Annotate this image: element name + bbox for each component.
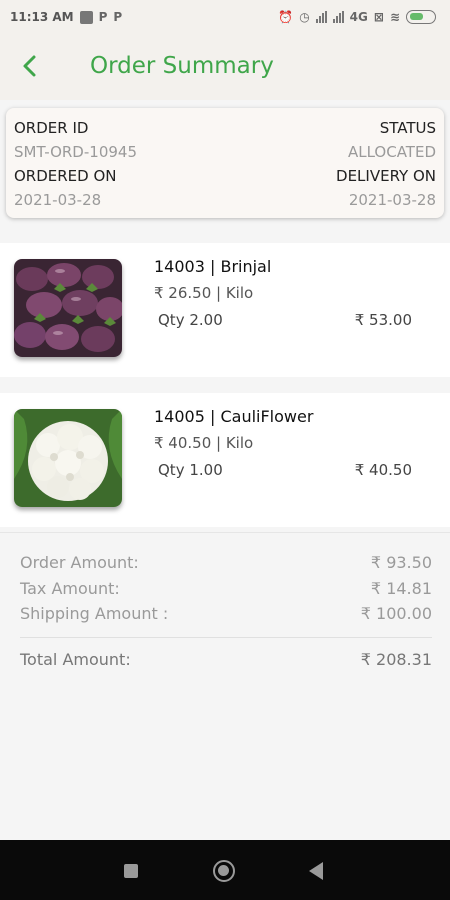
total-amount-label: Total Amount: [20, 650, 131, 669]
order-id-status-labels: ORDER ID STATUS [14, 116, 436, 140]
battery-icon [406, 10, 436, 24]
p-icon: P [98, 10, 108, 24]
status-bar: 11:13 AM P P ⏰ ◷ 4G ⊠ ≋ [0, 0, 450, 34]
delivery-on-value: 2021-03-28 [348, 191, 436, 209]
ordered-on-value: 2021-03-28 [14, 191, 102, 209]
order-id-status-values: SMT-ORD-10945 ALLOCATED [14, 140, 436, 164]
item-price: ₹ 26.50 | Kilo [154, 284, 254, 302]
item-name: 14003 | Brinjal [154, 257, 272, 276]
total-amount-row: Total Amount: ₹ 208.31 [20, 650, 432, 669]
order-info-card: ORDER ID STATUS SMT-ORD-10945 ALLOCATED … [6, 108, 444, 218]
chevron-left-icon [23, 55, 36, 77]
total-amount-value: ₹ 208.31 [360, 650, 432, 669]
signal-icon [332, 11, 344, 23]
recents-button[interactable] [124, 864, 138, 878]
alarm-icon: ⏰ [278, 10, 294, 24]
shipping-amount-value: ₹ 100.00 [360, 604, 432, 623]
item-name: 14005 | CauliFlower [154, 407, 314, 426]
order-summary-totals: Order Amount: ₹ 93.50 Tax Amount: ₹ 14.8… [0, 532, 450, 840]
signal-icon [315, 11, 327, 23]
status-bar-right: ⏰ ◷ 4G ⊠ ≋ [278, 10, 436, 24]
no-sim-icon: ⊠ [373, 10, 384, 24]
order-item: 14005 | CauliFlower ₹ 40.50 | Kilo Qty 1… [0, 393, 450, 527]
date-labels: ORDERED ON DELIVERY ON [14, 164, 436, 188]
order-amount-row: Order Amount: ₹ 93.50 [20, 553, 432, 572]
message-icon [79, 10, 93, 24]
item-quantity: Qty 2.00 [158, 311, 223, 329]
order-item: 14003 | Brinjal ₹ 26.50 | Kilo Qty 2.00 … [0, 243, 450, 377]
status-label: STATUS [379, 119, 436, 137]
system-back-button[interactable] [309, 862, 323, 880]
tax-amount-value: ₹ 14.81 [370, 579, 432, 598]
item-total: ₹ 40.50 [354, 461, 412, 479]
date-values: 2021-03-28 2021-03-28 [14, 188, 436, 212]
ordered-on-label: ORDERED ON [14, 167, 117, 185]
clock-icon: ◷ [299, 10, 310, 24]
tax-amount-label: Tax Amount: [20, 579, 120, 598]
item-total: ₹ 53.00 [354, 311, 412, 329]
wifi-icon: ≋ [389, 10, 400, 24]
app-header: Order Summary [0, 34, 450, 100]
shipping-amount-label: Shipping Amount : [20, 604, 169, 623]
item-price: ₹ 40.50 | Kilo [154, 434, 254, 452]
cauliflower-image [14, 409, 122, 507]
home-button[interactable] [213, 860, 235, 882]
order-id-value: SMT-ORD-10945 [14, 143, 137, 161]
status-value: ALLOCATED [347, 143, 436, 161]
item-quantity: Qty 1.00 [158, 461, 223, 479]
4g-icon: 4G [349, 10, 368, 24]
back-button[interactable] [16, 52, 44, 80]
system-nav-bar [0, 840, 450, 900]
summary-divider [20, 637, 432, 638]
page-title: Order Summary [90, 53, 274, 79]
p-icon: P [113, 10, 123, 24]
brinjal-image [14, 259, 122, 357]
shipping-amount-row: Shipping Amount : ₹ 100.00 [20, 604, 432, 623]
delivery-on-label: DELIVERY ON [336, 167, 436, 185]
status-time: 11:13 AM [10, 10, 74, 24]
status-bar-left: 11:13 AM P P [10, 10, 122, 24]
tax-amount-row: Tax Amount: ₹ 14.81 [20, 579, 432, 598]
order-id-label: ORDER ID [14, 119, 89, 137]
order-amount-label: Order Amount: [20, 553, 139, 572]
order-amount-value: ₹ 93.50 [370, 553, 432, 572]
